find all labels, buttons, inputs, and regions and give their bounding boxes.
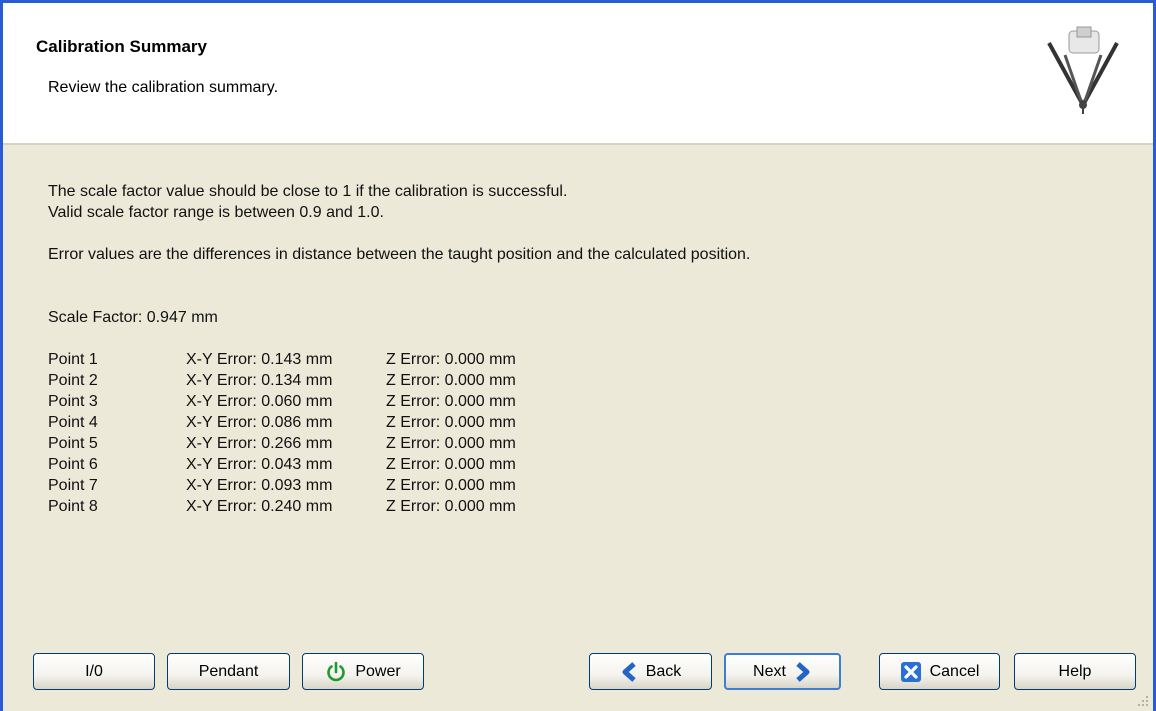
next-button-label: Next: [753, 662, 786, 680]
point-xy-error: X-Y Error: 0.134 mm: [186, 372, 333, 389]
next-button[interactable]: Next: [724, 653, 841, 690]
point-row: Point 1 X-Y Error: 0.143 mm Z Error: 0.000…: [48, 349, 750, 370]
point-z-error: Z Error: 0.000 mm: [386, 498, 516, 515]
point-error-list: Point 1 X-Y Error: 0.143 mm Z Error: 0.000…: [48, 349, 750, 517]
point-z-error: Z Error: 0.000 mm: [386, 351, 516, 368]
point-row: Point 5 X-Y Error: 0.266 mm Z Error: 0.000…: [48, 433, 750, 454]
point-z-error: Z Error: 0.000 mm: [386, 477, 516, 494]
pendant-button-label: Pendant: [198, 662, 259, 680]
info-line-range: Valid scale factor range is between 0.9 …: [48, 204, 384, 221]
back-arrow-icon: [620, 661, 638, 682]
point-xy-error: X-Y Error: 0.060 mm: [186, 393, 333, 410]
delta-robot-icon: [1047, 26, 1119, 114]
next-arrow-icon: [794, 661, 812, 682]
pendant-button[interactable]: Pendant: [167, 653, 290, 690]
io-button[interactable]: I/0: [33, 653, 155, 690]
page-title: Calibration Summary: [36, 37, 207, 56]
scale-factor-value: Scale Factor: 0.947 mm: [48, 309, 218, 326]
help-button-label: Help: [1058, 662, 1092, 680]
point-row: Point 4 X-Y Error: 0.086 mm Z Error: 0.000…: [48, 412, 750, 433]
cancel-button[interactable]: Cancel: [879, 653, 1000, 690]
point-xy-error: X-Y Error: 0.266 mm: [186, 435, 333, 452]
point-xy-error: X-Y Error: 0.143 mm: [186, 351, 333, 368]
point-z-error: Z Error: 0.000 mm: [386, 372, 516, 389]
point-name: Point 6: [48, 456, 98, 473]
point-row: Point 7 X-Y Error: 0.093 mm Z Error: 0.000…: [48, 475, 750, 496]
info-line-error: Error values are the differences in dist…: [48, 246, 751, 263]
point-name: Point 7: [48, 477, 98, 494]
power-button-label: Power: [355, 662, 401, 680]
point-xy-error: X-Y Error: 0.240 mm: [186, 498, 333, 515]
point-name: Point 8: [48, 498, 98, 515]
point-row: Point 3 X-Y Error: 0.060 mm Z Error: 0.000…: [48, 391, 750, 412]
point-name: Point 2: [48, 372, 98, 389]
button-bar: I/0 Pendant Power Back Next Cancel Help: [3, 633, 1153, 711]
back-button[interactable]: Back: [589, 653, 712, 690]
point-row: Point 6 X-Y Error: 0.043 mm Z Error: 0.000…: [48, 454, 750, 475]
wizard-header: Calibration Summary Review the calibrati…: [3, 3, 1153, 145]
cancel-x-icon: [900, 661, 922, 683]
power-icon: [325, 661, 347, 683]
resize-grip-icon[interactable]: [1135, 693, 1149, 707]
point-name: Point 1: [48, 351, 98, 368]
info-line-scale: The scale factor value should be close t…: [48, 183, 568, 200]
point-name: Point 5: [48, 435, 98, 452]
point-row: Point 8 X-Y Error: 0.240 mm Z Error: 0.000…: [48, 496, 750, 517]
point-row: Point 2 X-Y Error: 0.134 mm Z Error: 0.000…: [48, 370, 750, 391]
back-button-label: Back: [645, 662, 682, 680]
point-z-error: Z Error: 0.000 mm: [386, 456, 516, 473]
page-subtitle: Review the calibration summary.: [48, 79, 279, 96]
point-name: Point 3: [48, 393, 98, 410]
wizard-window: Calibration Summary Review the calibrati…: [0, 0, 1156, 711]
point-z-error: Z Error: 0.000 mm: [386, 435, 516, 452]
power-button[interactable]: Power: [302, 653, 424, 690]
cancel-button-label: Cancel: [929, 662, 980, 680]
help-button[interactable]: Help: [1014, 653, 1136, 690]
point-name: Point 4: [48, 414, 98, 431]
point-z-error: Z Error: 0.000 mm: [386, 414, 516, 431]
point-xy-error: X-Y Error: 0.086 mm: [186, 414, 333, 431]
io-button-label: I/0: [85, 662, 103, 680]
point-z-error: Z Error: 0.000 mm: [386, 393, 516, 410]
point-xy-error: X-Y Error: 0.093 mm: [186, 477, 333, 494]
point-xy-error: X-Y Error: 0.043 mm: [186, 456, 333, 473]
summary-content: The scale factor value should be close t…: [48, 181, 750, 517]
